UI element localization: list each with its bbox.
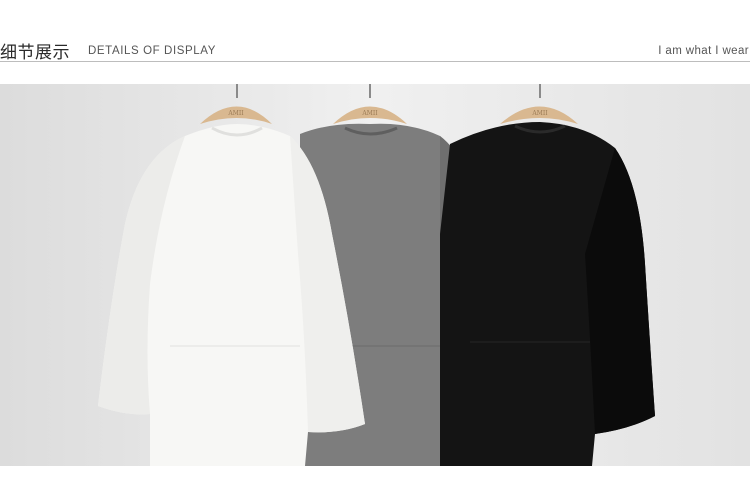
garments-illustration: AMII AMII AMII — [0, 84, 750, 466]
hanger-text: AMII — [227, 110, 244, 117]
product-detail-photo: AMII AMII AMII — [0, 84, 750, 466]
header-divider — [0, 61, 750, 62]
hanger-text: AMII — [531, 110, 548, 117]
section-header: 细节展示 DETAILS OF DISPLAY I am what I wear — [0, 0, 750, 84]
section-title-en: DETAILS OF DISPLAY — [88, 45, 216, 57]
tagline: I am what I wear — [658, 45, 749, 57]
section-title-cn: 细节展示 — [0, 43, 70, 63]
hanger-text: AMII — [361, 110, 378, 117]
garment-black — [440, 122, 655, 466]
